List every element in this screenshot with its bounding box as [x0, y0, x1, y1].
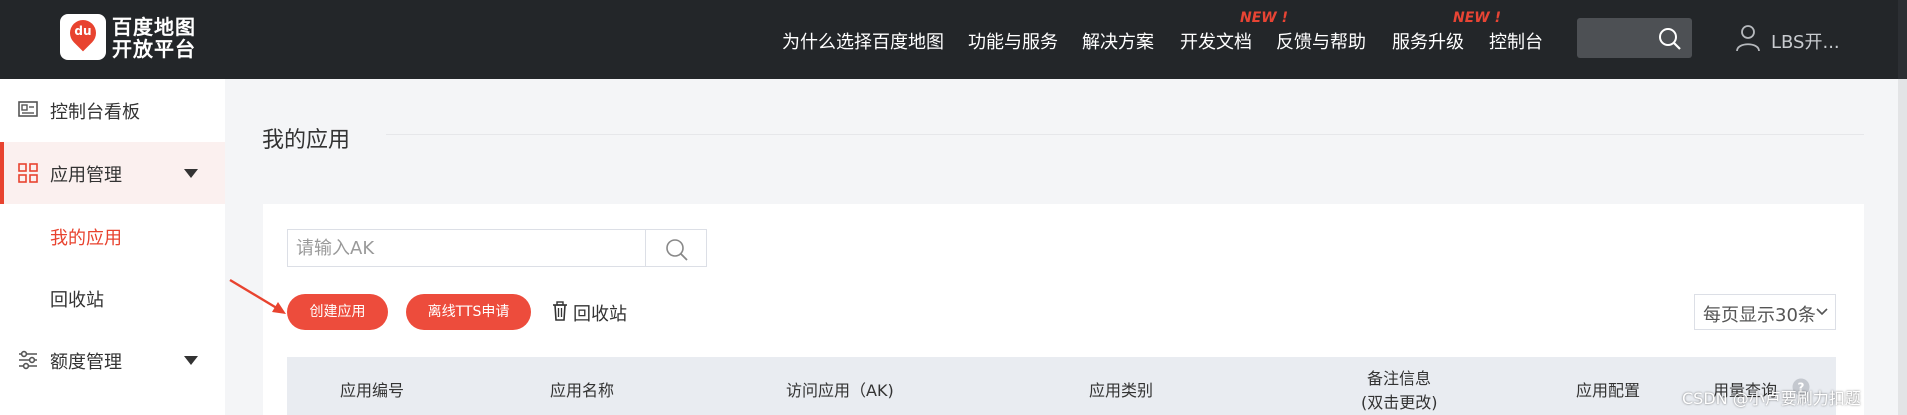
nav-dev-docs[interactable]: 开发文档	[1180, 28, 1252, 54]
ak-search-input[interactable]	[287, 229, 645, 267]
chevron-down-icon[interactable]	[184, 169, 198, 178]
chevron-down-icon	[1816, 308, 1828, 316]
column-header-remarks: 备注信息	[1367, 369, 1432, 388]
chevron-down-icon[interactable]	[184, 356, 198, 365]
page-size-value: 每页显示30条	[1703, 305, 1816, 326]
logo-line-1: 百度地图	[112, 15, 196, 39]
dashboard-icon	[18, 101, 38, 117]
column-header-remarks-hint: (双击更改)	[1361, 393, 1438, 412]
nav-search-box[interactable]	[1577, 18, 1692, 58]
sidebar-item-recycle-bin[interactable]: 回收站	[50, 286, 104, 312]
grid-icon	[18, 163, 38, 183]
top-navigation-bar: du 百度地图 开放平台 为什么选择百度地图 功能与服务 解决方案 NEW ! …	[0, 0, 1907, 79]
recycle-bin-label: 回收站	[573, 304, 627, 325]
sidebar: 控制台看板 应用管理 我的应用 回收站 额度管理	[0, 79, 225, 415]
new-badge: NEW !	[1240, 10, 1288, 26]
column-header-app-id: 应用编号	[340, 381, 405, 400]
user-name[interactable]: LBS开...	[1771, 28, 1840, 54]
page-title: 我的应用	[262, 128, 351, 153]
logo-text: 百度地图 开放平台	[112, 16, 202, 60]
sidebar-item-dashboard[interactable]: 控制台看板	[0, 79, 225, 141]
logo-mark: du	[74, 24, 92, 38]
ak-search-button[interactable]	[645, 229, 707, 267]
scrollbar-top	[1898, 0, 1907, 79]
column-header-app-config: 应用配置	[1576, 381, 1641, 400]
search-icon[interactable]	[1658, 27, 1682, 51]
offline-tts-apply-button[interactable]: 离线TTS申请	[406, 294, 531, 330]
nav-solutions[interactable]: 解决方案	[1082, 28, 1154, 54]
sidebar-item-quota-management[interactable]: 额度管理	[0, 329, 225, 391]
sidebar-item-app-management[interactable]: 应用管理	[0, 142, 225, 204]
create-app-button[interactable]: 创建应用	[287, 294, 388, 330]
divider	[386, 134, 1864, 135]
page-size-select[interactable]: 每页显示30条	[1694, 294, 1836, 330]
search-icon	[666, 239, 688, 261]
sliders-icon	[19, 350, 37, 370]
logo-badge: du	[60, 14, 106, 60]
nav-service-upgrade[interactable]: 服务升级	[1392, 28, 1464, 54]
trash-icon	[553, 301, 567, 321]
new-badge: NEW !	[1453, 10, 1501, 26]
column-header-app-name: 应用名称	[550, 381, 615, 400]
sidebar-item-label: 额度管理	[50, 352, 122, 373]
sidebar-item-label: 控制台看板	[50, 102, 140, 123]
column-header-ak: 访问应用（AK)	[786, 381, 894, 400]
nav-features-services[interactable]: 功能与服务	[968, 28, 1058, 54]
annotation-arrow-icon	[229, 278, 286, 314]
page-scrollbar[interactable]	[1898, 79, 1907, 415]
nav-console[interactable]: 控制台	[1489, 28, 1543, 54]
watermark: CSDN @小卢要刷力扣题	[1682, 389, 1861, 408]
sidebar-item-label: 应用管理	[50, 165, 122, 186]
nav-why-baidu-map[interactable]: 为什么选择百度地图	[782, 28, 944, 54]
sidebar-item-my-apps[interactable]: 我的应用	[50, 224, 122, 250]
nav-feedback-help[interactable]: 反馈与帮助	[1276, 28, 1366, 54]
logo-line-2: 开放平台	[112, 37, 196, 61]
active-indicator	[0, 142, 4, 204]
user-icon[interactable]	[1735, 24, 1761, 52]
column-header-app-type: 应用类别	[1089, 381, 1154, 400]
baidu-map-logo[interactable]: du 百度地图 开放平台	[60, 14, 200, 62]
